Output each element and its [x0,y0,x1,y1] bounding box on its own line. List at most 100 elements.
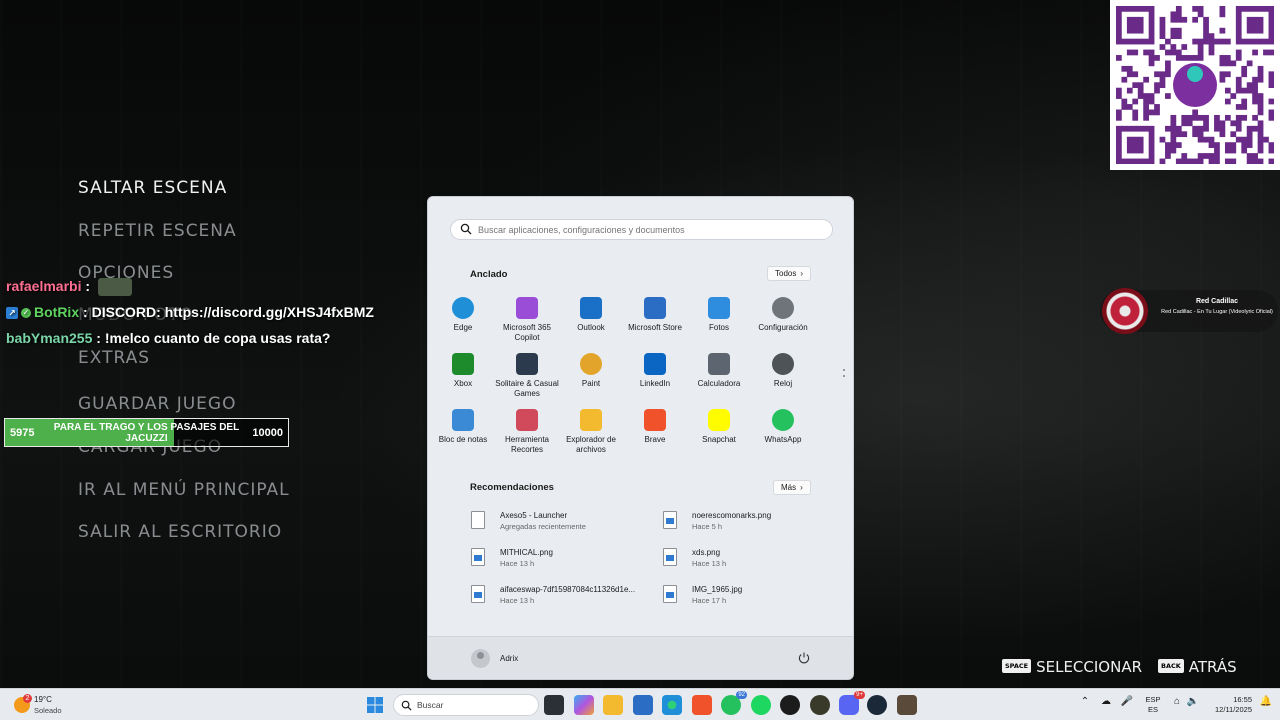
linkedin-icon [644,353,666,375]
cloud-off-icon[interactable]: ☁ [1099,696,1113,710]
game-app-icon[interactable] [810,695,830,715]
whatsapp-icon[interactable]: 92 [721,691,747,715]
pinned-app[interactable]: Configuración [751,297,815,333]
pinned-app-label: Xbox [453,379,473,388]
solitaire-icon [516,353,538,375]
recommendation-item[interactable]: IMG_1965.jpg Hace 17 h [663,583,843,613]
pinned-app[interactable]: WhatsApp [751,409,815,445]
pinned-app-label: Solitaire & Casual Games [495,379,559,398]
outlook-icon [580,297,602,319]
pinned-app[interactable]: Solitaire & Casual Games [495,353,559,399]
start-search-input[interactable] [478,222,818,238]
all-apps-label: Todos [775,269,797,278]
recommendation-item[interactable]: aifaceswap-7df15987084c11326d1e... Hace 1… [471,583,651,613]
recommendation-name: noerescomonarks.png [692,511,772,520]
weather-widget[interactable]: 2 19°C Soleado [14,694,84,718]
chat-text: !melco cuanto de copa usas rata? [100,330,331,346]
menu-item-extras[interactable]: EXTRAS [78,348,150,368]
clock[interactable]: 16:55 12/11/2025 [1208,695,1252,720]
emote-icon [97,278,132,297]
pinned-app[interactable]: Xbox [431,353,495,389]
pinned-app-label: Microsoft Store [628,323,682,332]
language-top: ESP [1145,695,1161,704]
pinned-app[interactable]: Reloj [751,353,815,389]
volume-icon[interactable]: 🔈 [1186,696,1200,710]
pinned-app[interactable]: Outlook [559,297,623,333]
power-icon[interactable] [797,651,811,665]
chat-separator: : [81,278,91,294]
language-bottom: ES [1147,705,1158,714]
recommendation-name: aifaceswap-7df15987084c11326d1e... [500,585,636,594]
pinned-app[interactable]: Calculadora [687,353,751,389]
recommendation-name: xds.png [692,548,721,557]
microsoft-store-icon[interactable] [633,695,653,715]
pinned-app[interactable]: Microsoft 365 Copilot [495,297,559,343]
chevron-right-icon: › [800,483,803,492]
chat-separator: : [92,330,101,346]
more-button[interactable]: Más › [773,480,811,495]
pinned-app[interactable]: Bloc de notas [431,409,495,445]
search-icon [401,700,412,711]
pinned-app-label: Edge [453,323,473,332]
taskbar-search[interactable]: Buscar [393,694,539,716]
menu-item-repeat-scene[interactable]: REPETIR ESCENA [78,221,237,241]
network-icon[interactable]: ⌂ [1170,696,1184,710]
chevron-up-icon[interactable]: ⌃ [1078,696,1092,710]
chat-username: rafaelmarbi [6,278,82,294]
bot-badge-icon: ↗ [6,307,18,320]
select-prompt: SPACE SELECCIONAR [1002,658,1142,678]
pinned-pager[interactable] [843,369,846,381]
pinned-app[interactable]: LinkedIn [623,353,687,389]
pinned-app[interactable]: Fotos [687,297,751,333]
whatsapp-icon [772,409,794,431]
recommendation-item[interactable]: noerescomonarks.png Hace 5 h [663,509,843,539]
recommendation-item[interactable]: MITHICAL.png Hace 13 h [471,546,651,576]
pinned-app-label: Snapchat [702,435,736,444]
menu-item-save-game[interactable]: GUARDAR JUEGO [78,394,236,414]
copilot-icon[interactable] [574,695,594,715]
image-file-icon [471,548,485,566]
pinned-app[interactable]: Paint [559,353,623,389]
chat-username: babYman255 [6,330,93,346]
pinned-app[interactable]: Snapchat [687,409,751,445]
chat-message: babYman255 : !melco cuanto de copa usas … [6,330,330,346]
task-view-icon[interactable] [544,695,564,715]
chat-message: rafaelmarbi : [6,278,132,297]
image-file-icon [663,511,677,529]
pinned-app[interactable]: Microsoft Store [623,297,687,333]
menu-item-skip-scene[interactable]: SALTAR ESCENA [78,178,227,198]
all-apps-button[interactable]: Todos › [767,266,812,281]
pinned-app[interactable]: Edge [431,297,495,333]
recommendation-subtitle: Agregadas recientemente [500,522,586,531]
recommendation-item[interactable]: Axeso5 - Launcher Agregadas recientemente [471,509,651,539]
pinned-app[interactable]: Herramienta Recortes [495,409,559,455]
settings-icon [772,297,794,319]
notification-bell-icon[interactable]: 🔔 [1259,696,1273,710]
pinned-app-label: Herramienta Recortes [504,435,549,454]
recommendation-item[interactable]: xds.png Hace 13 h [663,546,843,576]
copilot-icon [516,297,538,319]
whatsapp-badge: 92 [736,691,747,699]
language-indicator[interactable]: ESP ES [1145,695,1161,720]
discord-icon[interactable]: 9+ [839,691,865,715]
edge-icon[interactable] [662,695,682,715]
user-name[interactable]: Adrix [500,654,518,663]
start-search-box[interactable] [450,219,833,240]
menu-item-exit-desktop[interactable]: SALIR AL ESCRITORIO [78,522,282,542]
game-window-icon[interactable] [897,695,917,715]
pinned-app[interactable]: Explorador de archivos [559,409,623,455]
goal-title: PARA EL TRAGO Y LOS PASAJES DEL JACUZZI [53,422,240,444]
file-explorer-icon[interactable] [603,695,623,715]
pinned-app[interactable]: Brave [623,409,687,445]
pinned-app-label: Bloc de notas [438,435,488,444]
windows-start-icon[interactable] [365,695,385,715]
user-avatar[interactable] [471,649,490,668]
steam-icon[interactable] [867,695,887,715]
spotify-icon[interactable] [751,695,771,715]
microphone-icon[interactable]: 🎤 [1120,696,1134,710]
menu-item-main-menu[interactable]: IR AL MENÚ PRINCIPAL [78,480,290,500]
chat-username: BotRix [34,304,80,320]
brave-icon[interactable] [692,695,712,715]
back-key-icon: BACK [1158,658,1184,673]
obs-icon[interactable] [780,695,800,715]
